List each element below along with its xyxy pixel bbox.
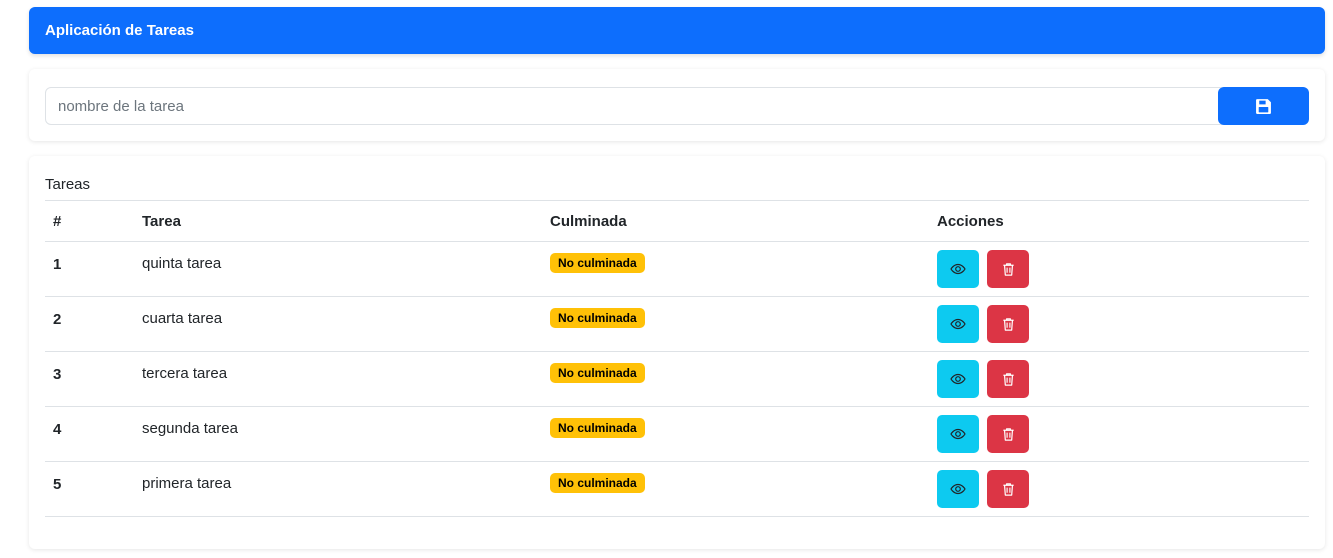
floppy-disk-icon [1256, 98, 1271, 114]
table-header-row: # Tarea Culminada Acciones [45, 200, 1309, 242]
status-badge: No culminada [550, 418, 645, 438]
eye-icon [950, 373, 966, 385]
table-row: 5 primera tarea No culminada [45, 461, 1309, 517]
task-name-input[interactable] [45, 87, 1226, 125]
trash-icon [1003, 482, 1014, 496]
task-name: tercera tarea [134, 351, 542, 407]
table-row: 4 segunda tarea No culminada [45, 406, 1309, 462]
column-header-number: # [45, 200, 134, 242]
column-header-task: Tarea [134, 200, 542, 242]
trash-icon [1003, 427, 1014, 441]
eye-icon [950, 428, 966, 440]
view-task-button[interactable] [937, 470, 979, 508]
task-list-title: Tareas [45, 176, 91, 193]
status-badge: No culminada [550, 308, 645, 328]
task-name: quinta tarea [134, 241, 542, 297]
column-header-actions: Acciones [929, 200, 1309, 242]
table-row: 1 quinta tarea No culminada [45, 241, 1309, 297]
eye-icon [950, 263, 966, 275]
eye-icon [950, 483, 966, 495]
delete-task-button[interactable] [987, 305, 1030, 343]
task-form [29, 69, 1325, 141]
trash-icon [1003, 372, 1014, 386]
delete-task-button[interactable] [987, 470, 1030, 508]
task-list-card: Tareas # Tarea Culminada Acciones 1 quin… [29, 156, 1325, 549]
app-header: Aplicación de Tareas [29, 7, 1325, 54]
trash-icon [1003, 262, 1014, 276]
delete-task-button[interactable] [987, 250, 1030, 288]
task-number: 1 [45, 241, 134, 297]
view-task-button[interactable] [937, 360, 979, 398]
view-task-button[interactable] [937, 415, 979, 453]
task-name: segunda tarea [134, 406, 542, 462]
table-row: 3 tercera tarea No culminada [45, 351, 1309, 407]
task-table: # Tarea Culminada Acciones 1 quinta tare… [45, 200, 1309, 517]
app-title: Aplicación de Tareas [45, 22, 194, 39]
task-number: 4 [45, 406, 134, 462]
task-number: 3 [45, 351, 134, 407]
view-task-button[interactable] [937, 305, 979, 343]
delete-task-button[interactable] [987, 415, 1030, 453]
status-badge: No culminada [550, 473, 645, 493]
trash-icon [1003, 317, 1014, 331]
status-badge: No culminada [550, 363, 645, 383]
delete-task-button[interactable] [987, 360, 1030, 398]
task-name: cuarta tarea [134, 296, 542, 352]
column-header-completed: Culminada [542, 200, 929, 242]
status-badge: No culminada [550, 253, 645, 273]
view-task-button[interactable] [937, 250, 979, 288]
table-row: 2 cuarta tarea No culminada [45, 296, 1309, 352]
save-button[interactable] [1218, 87, 1309, 125]
eye-icon [950, 318, 966, 330]
task-number: 5 [45, 461, 134, 517]
task-number: 2 [45, 296, 134, 352]
task-name: primera tarea [134, 461, 542, 517]
